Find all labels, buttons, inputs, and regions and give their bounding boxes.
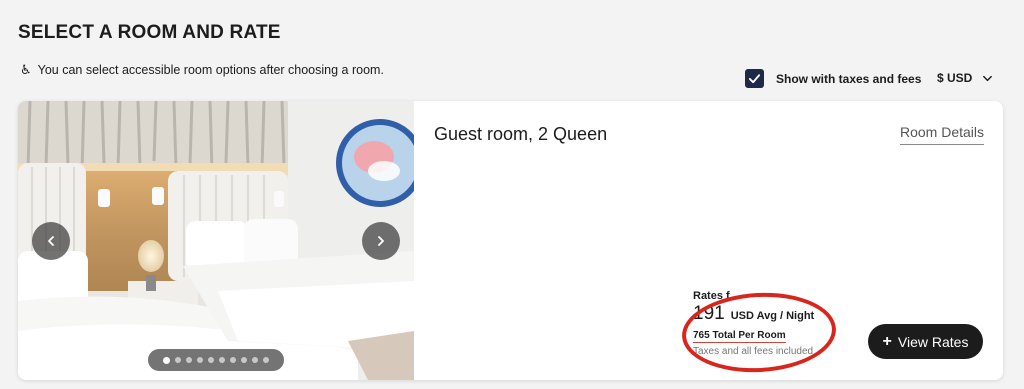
room-details-link[interactable]: Room Details [900, 124, 985, 145]
taxes-label: Show with taxes and fees [776, 71, 922, 86]
carousel-dot[interactable] [241, 357, 247, 363]
room-photo-image [18, 101, 414, 380]
currency-dropdown[interactable]: $ USD [937, 71, 993, 85]
taxes-checkbox[interactable] [745, 69, 764, 88]
room-selection-page: SELECT A ROOM AND RATE ♿︎ You can select… [0, 0, 1024, 389]
carousel-next-button[interactable] [362, 222, 400, 260]
carousel-dot[interactable] [186, 357, 192, 363]
checkmark-icon [748, 74, 761, 84]
currency-value: $ USD [937, 71, 973, 85]
room-photo[interactable] [18, 101, 414, 380]
carousel-dot[interactable] [252, 357, 258, 363]
carousel-dot[interactable] [219, 357, 225, 363]
accessible-note: ♿︎ You can select accessible room option… [20, 62, 384, 78]
carousel-dot[interactable] [175, 357, 181, 363]
chevron-left-icon [48, 236, 54, 246]
accessible-note-text: You can select accessible room options a… [37, 63, 384, 77]
wheelchair-icon: ♿︎ [20, 62, 32, 77]
taxes-toggle[interactable]: Show with taxes and fees [745, 69, 921, 88]
view-rates-button[interactable]: + View Rates [868, 324, 983, 359]
carousel-dot[interactable] [263, 357, 269, 363]
carousel-dot[interactable] [163, 356, 170, 364]
room-name: Guest room, 2 Queen [434, 124, 608, 144]
carousel-prev-button[interactable] [32, 222, 70, 260]
plus-icon: + [882, 332, 892, 350]
carousel-dot[interactable] [230, 357, 236, 363]
carousel-dot[interactable] [208, 357, 214, 363]
carousel-indicators [148, 349, 284, 371]
carousel-dot[interactable] [197, 357, 203, 363]
view-rates-label: View Rates [897, 333, 969, 350]
page-title: SELECT A ROOM AND RATE [18, 22, 281, 43]
chevron-down-icon [983, 75, 993, 81]
chevron-right-icon [378, 236, 384, 246]
room-card: Guest room, 2 Queen Room Details Rates f… [18, 101, 1003, 380]
